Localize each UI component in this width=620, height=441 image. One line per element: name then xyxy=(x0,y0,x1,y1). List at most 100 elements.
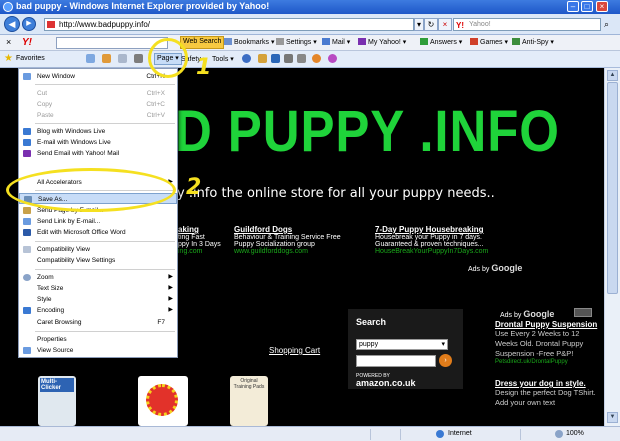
anti-spy-button[interactable]: Anti-Spy ▾ xyxy=(512,38,554,46)
ad-1-title[interactable]: aking xyxy=(178,225,228,234)
menu-properties[interactable]: Properties xyxy=(19,334,177,345)
favorites-label[interactable]: Favorites xyxy=(16,55,45,62)
addon-icon[interactable] xyxy=(312,54,321,63)
extra-addon-icon[interactable] xyxy=(328,54,337,63)
search-placeholder: Yahoo! xyxy=(469,21,491,28)
vertical-scrollbar[interactable]: ▲ ▼ xyxy=(604,68,620,426)
right-ad-2-title[interactable]: Dress your dog in style. xyxy=(495,379,603,388)
read-mail-icon[interactable] xyxy=(118,54,127,63)
stop-icon[interactable]: × xyxy=(438,18,452,31)
menu-paste: Paste Ctrl+V xyxy=(19,110,177,121)
scroll-down-icon[interactable]: ▼ xyxy=(607,412,618,423)
menu-copy: Copy Ctrl+C xyxy=(19,99,177,110)
back-button[interactable]: ◀ xyxy=(4,16,20,32)
research-icon[interactable] xyxy=(258,54,267,63)
annotation-circle-2 xyxy=(6,168,176,212)
add-favorites-icon[interactable] xyxy=(86,54,95,63)
right-ad-1-url: Petsdirect.uk/DrontalPuppy xyxy=(495,359,568,365)
product-ball-image[interactable] xyxy=(138,376,188,426)
ad-3[interactable]: 7-Day Puppy Housebreaking Housebreak you… xyxy=(375,225,510,255)
menu-separator xyxy=(35,123,175,124)
right-ads-by-google[interactable]: Ads by Google xyxy=(500,309,554,319)
help-icon[interactable] xyxy=(242,54,251,63)
site-favicon-icon xyxy=(47,21,55,28)
close-window-button[interactable]: × xyxy=(596,1,608,12)
encoding-icon xyxy=(23,307,31,314)
yahoo-logo[interactable]: Y! xyxy=(22,37,32,48)
shopping-cart-link[interactable]: Shopping Cart xyxy=(269,346,320,355)
onenote-icon[interactable] xyxy=(284,54,293,63)
ad-2[interactable]: Guildford Dogs Behaviour & Training Serv… xyxy=(234,225,369,255)
menu-style[interactable]: Style ▶ xyxy=(19,294,177,305)
scroll-thumb[interactable] xyxy=(607,82,618,294)
web-search-button[interactable]: Web Search xyxy=(180,36,225,49)
minimize-button[interactable]: – xyxy=(567,1,579,12)
ad-3-title[interactable]: 7-Day Puppy Housebreaking xyxy=(375,225,510,234)
mail-button[interactable]: Mail ▾ xyxy=(322,38,350,46)
menu-send-yahoo-mail[interactable]: Send Email with Yahoo! Mail xyxy=(19,148,177,159)
send-page-icon xyxy=(23,207,31,214)
zoom-icon[interactable] xyxy=(555,430,563,438)
menu-send-link-email[interactable]: Send Link by E-mail... xyxy=(19,216,177,227)
menu-compatibility-view[interactable]: Compatibility View xyxy=(19,244,177,255)
search-magnifier-icon[interactable]: ⌕ xyxy=(604,19,609,30)
tools-menu-button[interactable]: Tools ▾ xyxy=(212,55,234,63)
menu-compatibility-settings[interactable]: Compatibility View Settings xyxy=(19,255,177,266)
menu-email-windows-live[interactable]: E-mail with Windows Live xyxy=(19,137,177,148)
maximize-button[interactable]: □ xyxy=(581,1,593,12)
settings-button[interactable]: Settings ▾ xyxy=(276,38,317,46)
zoom-level[interactable]: 100% xyxy=(566,430,584,437)
menu-edit-word[interactable]: Edit with Microsoft Office Word xyxy=(19,227,177,238)
blog-icon[interactable] xyxy=(271,54,280,63)
amazon-search-input[interactable] xyxy=(356,355,436,367)
right-ad-1-title[interactable]: Drontal Puppy Suspension xyxy=(495,320,603,329)
product-training-pads-image[interactable]: Original Training Pads xyxy=(230,376,268,426)
address-input[interactable]: http://www.badpuppy.info/ xyxy=(44,18,414,31)
amazon-logo[interactable]: amazon.co.uk xyxy=(356,378,416,388)
status-bar: Internet 100% xyxy=(0,426,620,441)
menu-blog-windows-live[interactable]: Blog with Windows Live xyxy=(19,126,177,137)
menu-text-size[interactable]: Text Size ▶ xyxy=(19,283,177,294)
product-clicker-image[interactable]: Multi-Clicker xyxy=(38,376,76,426)
menu-item-label: Cut xyxy=(37,90,48,97)
feeds-icon[interactable] xyxy=(102,54,111,63)
search-box-label: Search xyxy=(356,317,387,327)
category-select[interactable]: puppy ▾ xyxy=(356,339,448,350)
forward-button[interactable]: ▶ xyxy=(22,17,36,31)
answers-button[interactable]: Answers ▾ xyxy=(420,38,462,46)
ad-1[interactable]: aking ting Fast ppy In 3 Days ing.com xyxy=(178,225,228,255)
ad-nav-arrows-icon[interactable] xyxy=(574,308,592,317)
menu-caret-browsing[interactable]: Caret Browsing F7 xyxy=(19,317,177,328)
print-icon[interactable] xyxy=(134,54,143,63)
close-toolbar-icon[interactable]: × xyxy=(6,37,11,47)
bookmarks-icon xyxy=(224,38,232,45)
settings-label: Settings xyxy=(286,39,312,46)
messenger-icon[interactable] xyxy=(297,54,306,63)
right-ads: Drontal Puppy Suspension Use Every 2 Wee… xyxy=(495,320,603,408)
ad-2-title[interactable]: Guildford Dogs xyxy=(234,225,369,234)
search-input[interactable]: Y! Yahoo! xyxy=(453,18,601,31)
menu-item-label: Caret Browsing xyxy=(37,319,82,326)
favorites-star-icon[interactable]: ★ xyxy=(4,53,13,64)
menu-view-source[interactable]: View Source xyxy=(19,345,177,356)
menu-encoding[interactable]: Encoding ▶ xyxy=(19,305,177,316)
zoom-icon xyxy=(23,274,31,281)
ie-logo-icon xyxy=(3,2,13,12)
scroll-up-icon[interactable]: ▲ xyxy=(607,70,618,81)
menu-item-label: New Window xyxy=(37,73,75,80)
globe-icon xyxy=(436,430,444,438)
address-dropdown-icon[interactable]: ▾ xyxy=(414,18,424,31)
refresh-icon[interactable]: ↻ xyxy=(424,18,438,31)
menu-zoom[interactable]: Zoom ▶ xyxy=(19,272,177,283)
menu-separator xyxy=(35,84,175,85)
compatibility-icon xyxy=(23,246,31,253)
go-button[interactable]: › xyxy=(439,354,452,367)
menu-new-window[interactable]: New Window Ctrl+N xyxy=(19,71,177,82)
windows-live-icon xyxy=(23,128,31,135)
menu-item-label: Style xyxy=(37,296,52,303)
my-yahoo-button[interactable]: My Yahoo! ▾ xyxy=(358,38,406,46)
right-ad-2-body: Design the perfect Dog TShirt. Add your … xyxy=(495,388,596,407)
ads-by-google[interactable]: Ads by Google xyxy=(468,263,522,273)
bookmarks-button[interactable]: Bookmarks ▾ xyxy=(224,38,274,46)
games-button[interactable]: Games ▾ xyxy=(470,38,508,46)
